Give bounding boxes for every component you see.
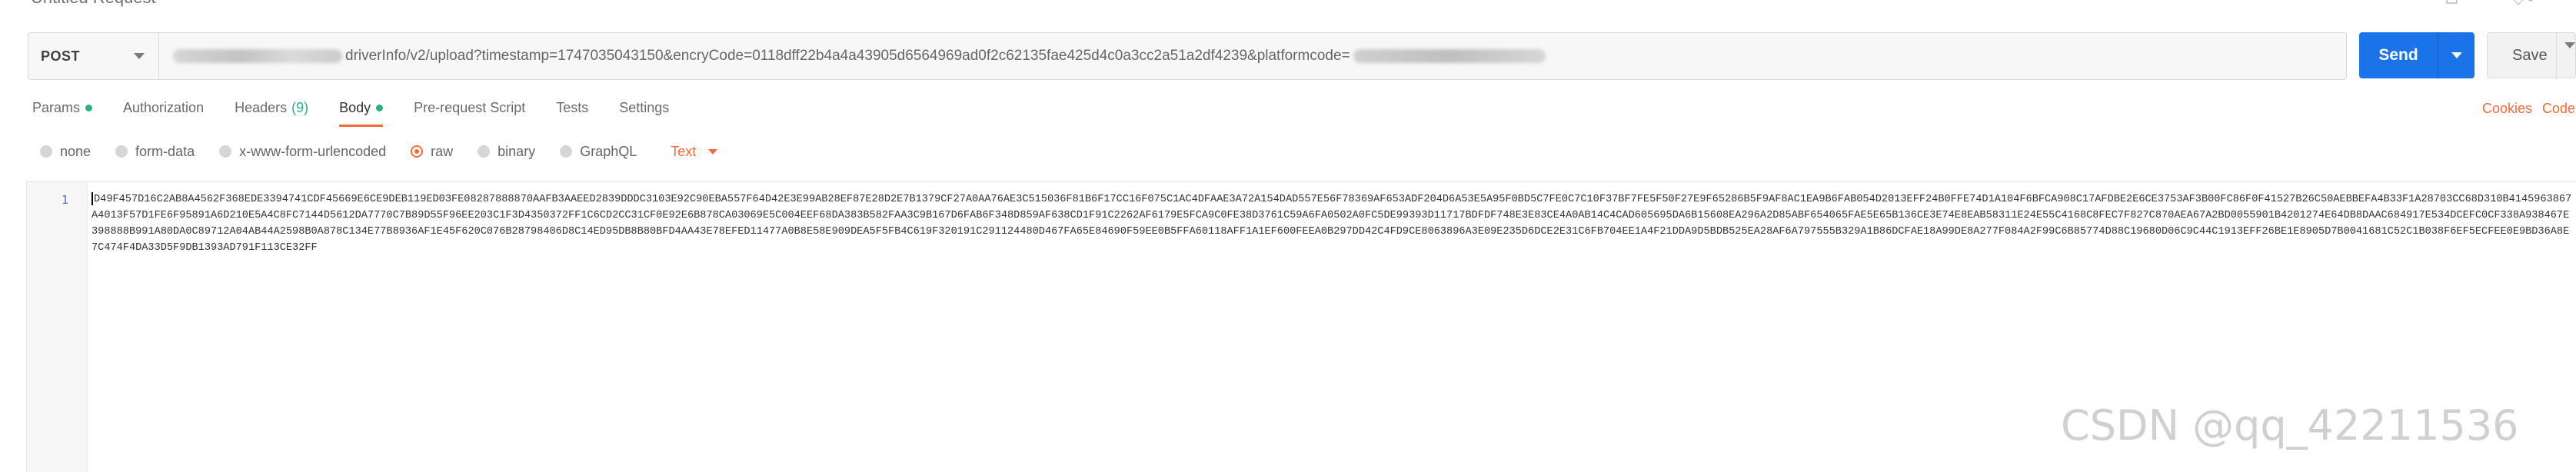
option-label: x-www-form-urlencoded bbox=[239, 143, 387, 159]
body-type-form-data[interactable]: form-data bbox=[115, 144, 195, 160]
send-dropdown[interactable] bbox=[2438, 52, 2474, 58]
body-type-binary[interactable]: binary bbox=[478, 144, 535, 160]
body-content[interactable]: D49F457D16C2AB8A4562F368EDE3394741CDF456… bbox=[92, 191, 2574, 256]
chevron-down-icon bbox=[2564, 42, 2575, 61]
line-number: 1 bbox=[61, 193, 68, 207]
body-type-urlencoded[interactable]: x-www-form-urlencoded bbox=[219, 144, 386, 160]
body-content-text: D49F457D16C2AB8A4562F368EDE3394741CDF456… bbox=[92, 194, 2572, 254]
tab-tests[interactable]: Tests bbox=[556, 100, 588, 124]
line-gutter: 1 bbox=[27, 182, 88, 472]
radio-icon bbox=[560, 145, 573, 158]
send-button[interactable]: Send bbox=[2359, 32, 2474, 78]
text-cursor bbox=[92, 191, 93, 205]
body-type-graphql[interactable]: GraphQL bbox=[560, 144, 637, 160]
request-tabs: Params Authorization Headers (9) Body Pre… bbox=[32, 100, 700, 131]
chevron-down-icon bbox=[708, 148, 718, 155]
save-label: Save bbox=[2512, 46, 2548, 64]
method-select[interactable]: POST bbox=[28, 33, 159, 79]
header-icons: ⬦ ▪ bbox=[2513, 0, 2534, 8]
body-type-raw[interactable]: raw bbox=[411, 144, 453, 160]
format-label: Text bbox=[671, 143, 697, 159]
status-dot-icon bbox=[376, 105, 384, 111]
redacted-param bbox=[1353, 49, 1546, 63]
tab-pre-request-script[interactable]: Pre-request Script bbox=[414, 100, 525, 124]
body-type-options: none form-data x-www-form-urlencoded raw… bbox=[40, 140, 718, 163]
request-bar: POST driverInfo/v2/upload?timestamp=1747… bbox=[28, 32, 2347, 80]
tab-count: (9) bbox=[291, 100, 309, 115]
tab-authorization[interactable]: Authorization bbox=[123, 100, 204, 124]
url-text: driverInfo/v2/upload?timestamp=174703504… bbox=[345, 48, 1350, 64]
watermark: CSDN @qq_42211536 bbox=[2061, 401, 2519, 450]
option-label: raw bbox=[431, 143, 454, 159]
tab-label: Pre-request Script bbox=[414, 100, 526, 115]
header-hint: ▭ bbox=[2445, 0, 2459, 8]
option-label: none bbox=[60, 143, 92, 159]
method-label: POST bbox=[41, 48, 81, 64]
radio-icon bbox=[219, 145, 232, 158]
tab-label: Settings bbox=[619, 100, 670, 115]
radio-icon bbox=[40, 145, 52, 158]
radio-icon bbox=[478, 145, 491, 158]
cookies-link[interactable]: Cookies bbox=[2482, 101, 2532, 117]
tab-label: Tests bbox=[556, 100, 589, 115]
chevron-down-icon bbox=[134, 53, 145, 59]
tab-label: Params bbox=[32, 100, 81, 115]
chevron-down-icon bbox=[2451, 52, 2462, 58]
save-button[interactable]: Save bbox=[2487, 32, 2576, 78]
tab-label: Headers bbox=[235, 100, 288, 115]
tab-body[interactable]: Body bbox=[339, 100, 384, 127]
option-label: GraphQL bbox=[580, 143, 637, 159]
tab-settings[interactable]: Settings bbox=[619, 100, 669, 124]
status-dot-icon bbox=[85, 105, 93, 111]
body-type-none[interactable]: none bbox=[40, 144, 91, 160]
tab-label: Body bbox=[339, 100, 371, 115]
tab-label: Authorization bbox=[123, 100, 205, 115]
window-title: Untitled Request bbox=[31, 0, 156, 8]
body-format-select[interactable]: Text bbox=[671, 143, 718, 160]
radio-icon bbox=[115, 145, 128, 158]
tab-headers[interactable]: Headers (9) bbox=[235, 100, 308, 124]
send-label: Send bbox=[2378, 46, 2418, 64]
option-label: binary bbox=[498, 143, 536, 159]
tab-params[interactable]: Params bbox=[32, 100, 93, 124]
option-label: form-data bbox=[135, 143, 195, 159]
code-link[interactable]: Code bbox=[2542, 101, 2575, 117]
save-dropdown[interactable] bbox=[2557, 42, 2575, 62]
url-input[interactable]: driverInfo/v2/upload?timestamp=174703504… bbox=[159, 33, 2346, 79]
radio-selected-icon bbox=[411, 145, 424, 158]
redacted-host bbox=[173, 49, 342, 63]
